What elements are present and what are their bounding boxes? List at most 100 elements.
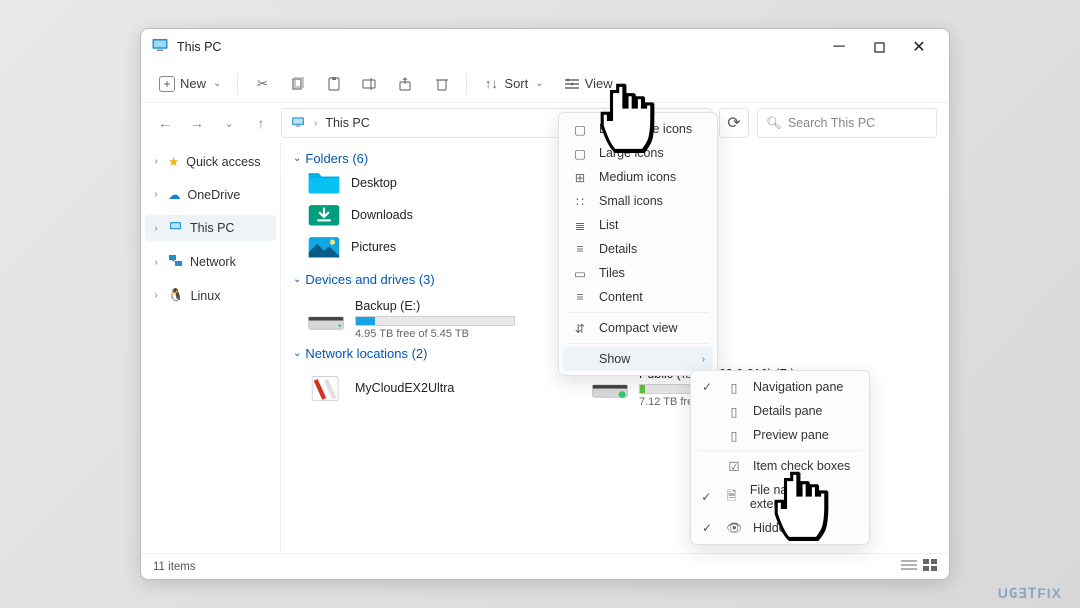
check-icon: ✓ xyxy=(699,380,715,394)
search-input[interactable]: 🔍︎ Search This PC xyxy=(757,108,937,138)
new-label: New xyxy=(180,76,206,91)
sort-icon: ↑↓ xyxy=(483,76,499,92)
nas-icon xyxy=(307,373,345,403)
folder-icon xyxy=(307,168,341,198)
copy-button[interactable] xyxy=(282,72,314,96)
delete-button[interactable] xyxy=(426,72,458,96)
file-icon: 🗎 xyxy=(724,490,740,504)
pane-icon: ▯ xyxy=(725,380,743,394)
view-button[interactable]: View ⌄ xyxy=(556,72,636,96)
sort-label: Sort xyxy=(504,76,528,91)
nav-row: ← → ⌄ ↑ › This PC ⟳ 🔍︎ Search This PC xyxy=(141,103,949,143)
back-button[interactable]: ← xyxy=(153,109,177,137)
show-preview-pane[interactable]: ▯Preview pane xyxy=(695,423,865,447)
show-details-pane[interactable]: ▯Details pane xyxy=(695,399,865,423)
window-title: This PC xyxy=(177,40,221,54)
breadcrumb[interactable]: This PC xyxy=(325,116,369,130)
view-label: View xyxy=(585,76,613,91)
trash-icon xyxy=(434,76,450,92)
checkbox-icon: ☑ xyxy=(725,459,743,473)
plus-icon: + xyxy=(159,76,175,92)
maximize-button[interactable] xyxy=(859,32,899,62)
titlebar: This PC ─ ✕ xyxy=(141,29,949,65)
rename-button[interactable] xyxy=(354,72,386,96)
view-compact[interactable]: ⇵Compact view xyxy=(563,316,713,340)
new-button[interactable]: + New ⌄ xyxy=(151,72,229,96)
content-icon: ≡ xyxy=(571,290,589,304)
drive-backup[interactable]: Backup (E:) 4.95 TB free of 5.45 TB xyxy=(307,299,537,340)
separator xyxy=(237,73,238,95)
details-icon: ≡ xyxy=(571,242,589,256)
paste-button[interactable] xyxy=(318,72,350,96)
paste-icon xyxy=(326,76,342,92)
sidebar-item-linux[interactable]: ›🐧Linux xyxy=(145,283,276,308)
search-icon: 🔍︎ xyxy=(766,116,782,131)
grid-icon: ⊞ xyxy=(571,170,589,184)
pane-icon: ▯ xyxy=(725,404,743,418)
details-view-icon[interactable] xyxy=(901,559,917,574)
view-tiles[interactable]: ▭Tiles xyxy=(563,261,713,285)
star-icon: ★ xyxy=(168,154,179,169)
view-details[interactable]: ≡Details xyxy=(563,237,713,261)
view-content[interactable]: ≡Content xyxy=(563,285,713,309)
separator xyxy=(466,73,467,95)
sidebar: ›★Quick access ›☁OneDrive ›This PC ›Netw… xyxy=(141,143,281,553)
sidebar-item-quick-access[interactable]: ›★Quick access xyxy=(145,149,276,174)
show-checkboxes[interactable]: ☑Item check boxes xyxy=(695,454,865,478)
pc-icon xyxy=(168,220,183,236)
pane-icon: ▯ xyxy=(725,428,743,442)
show-hidden[interactable]: ✓👁Hidden items xyxy=(695,516,865,540)
check-icon: ✓ xyxy=(699,521,715,535)
refresh-button[interactable]: ⟳ xyxy=(719,108,749,138)
chevron-down-icon: ⌄ xyxy=(535,78,543,89)
view-icon xyxy=(564,76,580,92)
sidebar-item-this-pc[interactable]: ›This PC xyxy=(145,215,276,241)
cut-button[interactable]: ✂ xyxy=(246,72,278,96)
view-medium[interactable]: ⊞Medium icons xyxy=(563,165,713,189)
share-icon xyxy=(398,76,414,92)
downloads-icon xyxy=(307,200,341,230)
minimize-button[interactable]: ─ xyxy=(819,32,859,62)
list-icon: ≣ xyxy=(571,218,589,232)
sidebar-item-network[interactable]: ›Network xyxy=(145,249,276,275)
view-menu: ▢Extra large icons ▢Large icons ⊞Medium … xyxy=(558,112,718,376)
thumbnails-view-icon[interactable] xyxy=(923,559,937,574)
compact-icon: ⇵ xyxy=(571,321,589,335)
grid-icon: ▢ xyxy=(571,146,589,160)
sidebar-item-onedrive[interactable]: ›☁OneDrive xyxy=(145,182,276,207)
chevron-right-icon: › xyxy=(314,118,317,129)
view-show[interactable]: Show› xyxy=(563,347,713,371)
eye-icon: 👁 xyxy=(725,521,743,535)
grid-icon: ∷ xyxy=(571,194,589,208)
up-button[interactable]: ↑ xyxy=(249,109,273,137)
drive-icon xyxy=(307,305,345,335)
close-button[interactable]: ✕ xyxy=(899,32,939,62)
status-bar: 11 items xyxy=(141,553,949,579)
pc-icon xyxy=(290,115,306,132)
check-icon: ✓ xyxy=(699,490,714,504)
forward-button[interactable]: → xyxy=(185,109,209,137)
view-extra-large[interactable]: ▢Extra large icons xyxy=(563,117,713,141)
copy-icon xyxy=(290,76,306,92)
sort-button[interactable]: ↑↓ Sort ⌄ xyxy=(475,72,551,96)
netloc-mycloud[interactable]: MyCloudEX2Ultra xyxy=(307,367,537,408)
view-large[interactable]: ▢Large icons xyxy=(563,141,713,165)
show-navigation-pane[interactable]: ✓▯Navigation pane xyxy=(695,375,865,399)
item-count: 11 items xyxy=(153,561,196,573)
chevron-down-icon: ⌄ xyxy=(620,78,628,89)
view-list[interactable]: ≣List xyxy=(563,213,713,237)
show-extensions[interactable]: ✓🗎File name extensions xyxy=(695,478,865,516)
cloud-icon: ☁ xyxy=(168,187,181,202)
pictures-icon xyxy=(307,232,341,262)
tiles-icon: ▭ xyxy=(571,266,589,280)
chevron-down-icon: ⌄ xyxy=(213,78,221,89)
rename-icon xyxy=(362,76,378,92)
search-placeholder: Search This PC xyxy=(788,116,875,130)
scissors-icon: ✂ xyxy=(254,76,270,92)
watermark: UG∃TFIX xyxy=(998,585,1062,602)
recent-button[interactable]: ⌄ xyxy=(217,109,241,137)
share-button[interactable] xyxy=(390,72,422,96)
view-small[interactable]: ∷Small icons xyxy=(563,189,713,213)
show-submenu: ✓▯Navigation pane ▯Details pane ▯Preview… xyxy=(690,370,870,545)
window-controls: ─ ✕ xyxy=(819,32,939,62)
